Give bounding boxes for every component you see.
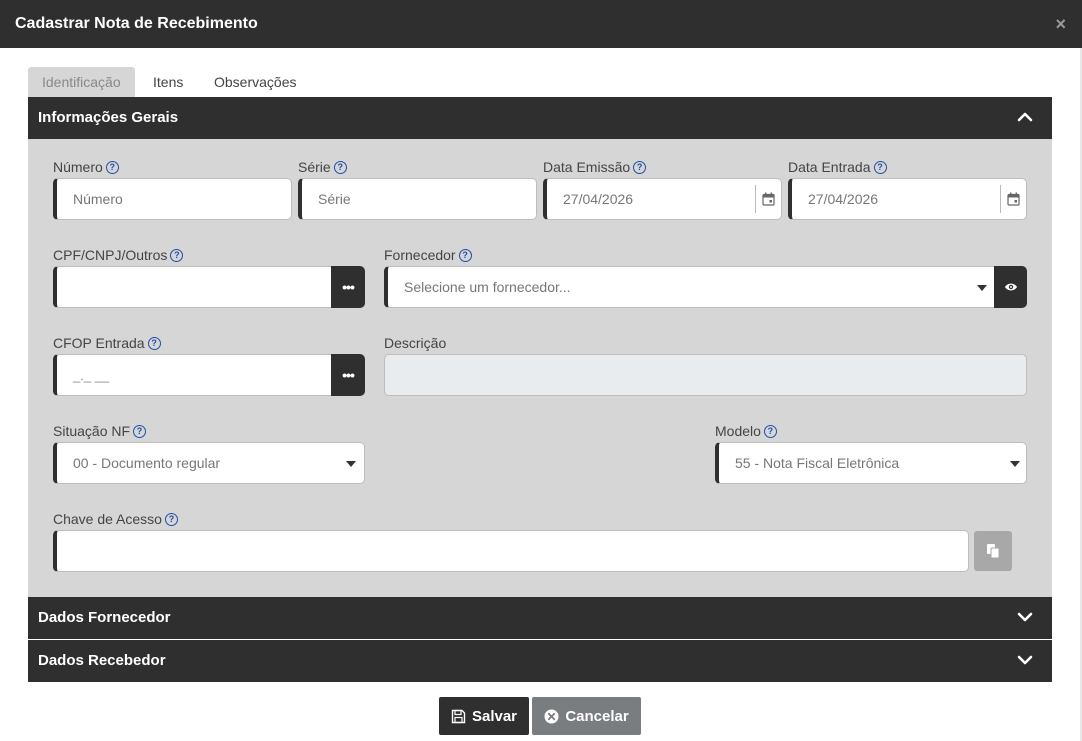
serie-label: Série? [298, 159, 347, 175]
panel-header-dados-fornecedor[interactable]: Dados Fornecedor [28, 597, 1052, 639]
panel-title: Dados Recebedor [38, 652, 166, 669]
chevron-down-icon [1017, 655, 1033, 665]
numero-label: Número? [53, 159, 119, 175]
divider [1000, 185, 1001, 213]
fornecedor-placeholder: Selecione um fornecedor... [404, 279, 571, 295]
help-icon[interactable]: ? [147, 336, 161, 350]
chevron-down-icon [1017, 612, 1033, 622]
fornecedor-label-text: Fornecedor [384, 247, 456, 263]
tab-itens[interactable]: Itens [139, 67, 197, 97]
help-icon[interactable]: ? [333, 160, 347, 174]
save-label: Salvar [471, 707, 518, 725]
help-icon[interactable]: ? [873, 160, 887, 174]
fornecedor-select[interactable]: Selecione um fornecedor... [384, 266, 996, 308]
situacao-nf-label: Situação NF? [53, 423, 147, 439]
descricao-input [384, 354, 1027, 396]
copy-chave-button[interactable] [974, 531, 1012, 571]
cancel-button[interactable]: Cancelar [532, 697, 641, 735]
serie-placeholder: Série [318, 191, 351, 207]
cfop-input[interactable]: _._ __ [53, 354, 333, 396]
divider [755, 185, 756, 213]
cfop-label-text: CFOP Entrada [53, 335, 145, 351]
panel-header-dados-recebedor[interactable]: Dados Recebedor [28, 640, 1052, 682]
descricao-label-text: Descrição [384, 335, 447, 351]
situacao-selected: 00 - Documento regular [73, 455, 221, 471]
help-icon[interactable]: ? [164, 512, 178, 526]
cpf-cnpj-lookup-button[interactable]: ••• [331, 266, 365, 308]
data-entrada-label-text: Data Entrada [788, 159, 871, 175]
modelo-label: Modelo? [715, 423, 777, 439]
data-emissao-value: 27/04/2026 [563, 191, 634, 207]
tab-observacoes[interactable]: Observações [200, 67, 310, 97]
panel-title: Informações Gerais [38, 109, 179, 126]
situacao-nf-select[interactable]: 00 - Documento regular [53, 442, 365, 484]
modal-title: Cadastrar Nota de Recebimento [15, 15, 258, 32]
situacao-label-text: Situação NF [53, 423, 131, 439]
cpf-cnpj-label-text: CPF/CNPJ/Outros [53, 247, 168, 263]
copy-icon [987, 544, 1000, 559]
data-emissao-label: Data Emissão? [543, 159, 647, 175]
help-icon[interactable]: ? [170, 248, 184, 262]
help-icon[interactable]: ? [458, 248, 472, 262]
cfop-label: CFOP Entrada? [53, 335, 161, 351]
modelo-label-text: Modelo [715, 423, 761, 439]
help-icon[interactable]: ? [763, 424, 777, 438]
save-button[interactable]: Salvar [439, 697, 529, 735]
help-icon[interactable]: ? [633, 160, 647, 174]
chevron-down-icon [1010, 461, 1020, 467]
eye-icon [1004, 283, 1017, 291]
numero-label-text: Número [53, 159, 103, 175]
serie-label-text: Série [298, 159, 331, 175]
cpf-cnpj-input[interactable] [53, 266, 333, 308]
data-entrada-input[interactable]: 27/04/2026 [788, 178, 1027, 220]
chave-label-text: Chave de Acesso [53, 511, 162, 527]
panel-title: Dados Fornecedor [38, 609, 171, 626]
calendar-icon[interactable] [1007, 192, 1020, 206]
chevron-down-icon [346, 461, 356, 467]
numero-input[interactable]: Número [53, 178, 292, 220]
modelo-selected: 55 - Nota Fiscal Eletrônica [735, 455, 900, 471]
modal-dialog: Cadastrar Nota de Recebimento × Identifi… [0, 0, 1082, 741]
numero-placeholder: Número [73, 191, 123, 207]
cancel-label: Cancelar [565, 707, 629, 725]
data-emissao-input[interactable]: 27/04/2026 [543, 178, 782, 220]
view-fornecedor-button[interactable] [994, 266, 1027, 308]
calendar-icon[interactable] [762, 192, 775, 206]
fornecedor-label: Fornecedor? [384, 247, 472, 263]
serie-input[interactable]: Série [298, 178, 537, 220]
cancel-circle-icon [544, 709, 559, 723]
tab-identificacao[interactable]: Identificação [28, 67, 135, 97]
help-icon[interactable]: ? [105, 160, 119, 174]
help-icon[interactable]: ? [133, 424, 147, 438]
modelo-select[interactable]: 55 - Nota Fiscal Eletrônica [715, 442, 1027, 484]
close-icon[interactable]: × [1055, 14, 1066, 35]
cfop-lookup-button[interactable]: ••• [331, 354, 365, 396]
data-emissao-label-text: Data Emissão [543, 159, 631, 175]
descricao-label: Descrição [384, 335, 446, 351]
cfop-mask: _._ __ [73, 367, 110, 383]
panel-header-informacoes-gerais[interactable]: Informações Gerais [28, 97, 1052, 139]
cpf-cnpj-label: CPF/CNPJ/Outros? [53, 247, 184, 263]
chevron-up-icon [1017, 112, 1033, 122]
floppy-disk-icon [451, 709, 466, 723]
data-entrada-value: 27/04/2026 [808, 191, 879, 207]
chevron-down-icon [977, 285, 987, 291]
chave-acesso-input[interactable] [53, 530, 969, 572]
modal-header: Cadastrar Nota de Recebimento × [0, 0, 1082, 48]
chave-acesso-label: Chave de Acesso? [53, 511, 178, 527]
data-entrada-label: Data Entrada? [788, 159, 887, 175]
